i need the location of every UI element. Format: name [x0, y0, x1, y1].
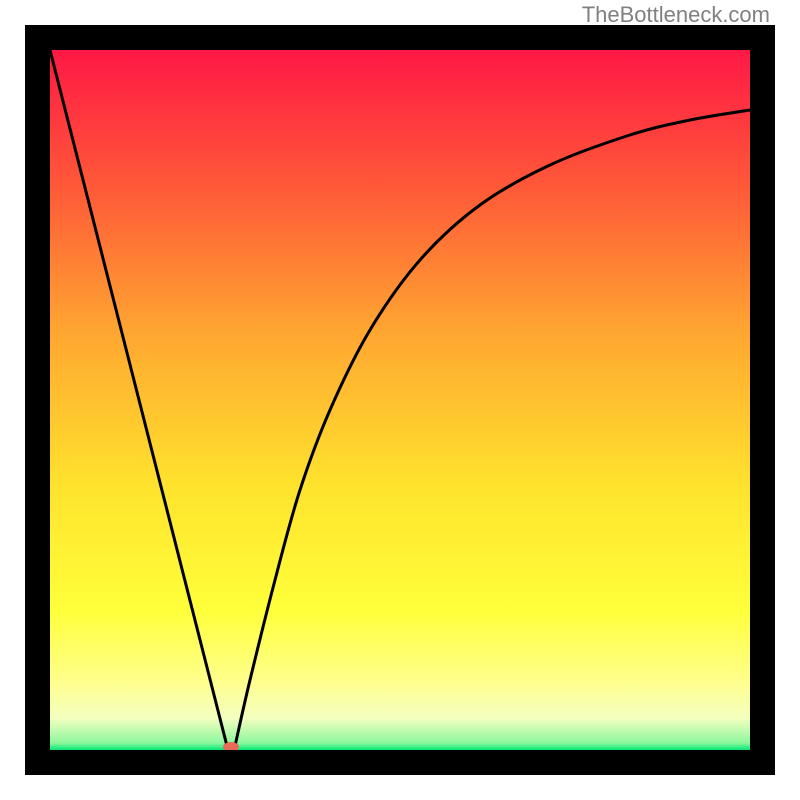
chart-svg	[50, 50, 750, 750]
plot-area	[50, 50, 750, 750]
background-gradient	[50, 50, 750, 750]
chart-frame: TheBottleneck.com	[0, 0, 800, 800]
bottleneck-marker	[223, 742, 239, 750]
